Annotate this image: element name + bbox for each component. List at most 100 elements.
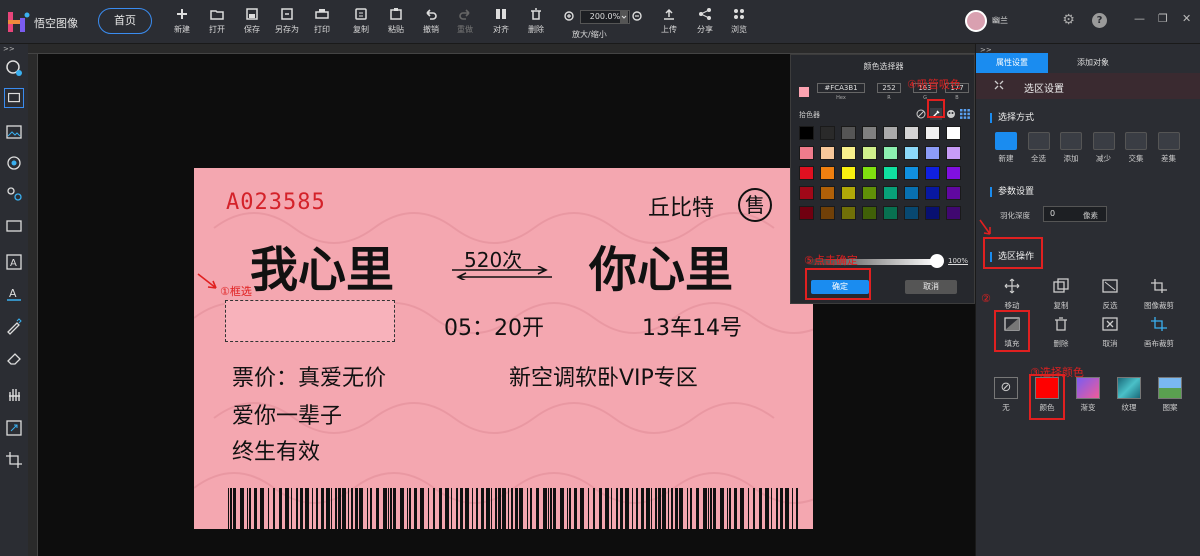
- color-swatch[interactable]: [799, 166, 814, 180]
- color-swatch[interactable]: [841, 146, 856, 160]
- text-style-icon[interactable]: A: [4, 284, 24, 304]
- color-swatch[interactable]: [799, 206, 814, 220]
- help-icon[interactable]: ?: [1092, 13, 1107, 28]
- magic-select-icon[interactable]: [4, 58, 24, 78]
- color-swatch[interactable]: [946, 146, 961, 160]
- color-swatch[interactable]: [862, 146, 877, 160]
- restore-icon[interactable]: ❐: [1158, 13, 1168, 24]
- color-swatch[interactable]: [883, 146, 898, 160]
- tab-properties[interactable]: 属性设置: [976, 53, 1048, 73]
- fill-texture-option[interactable]: 纹理: [1109, 377, 1149, 413]
- color-swatch[interactable]: [820, 166, 835, 180]
- resize-icon[interactable]: [4, 418, 24, 438]
- color-swatch[interactable]: [820, 186, 835, 200]
- crop-icon[interactable]: [4, 450, 24, 470]
- fill-none-option[interactable]: ⊘ 无: [986, 377, 1026, 413]
- frame-icon[interactable]: [4, 216, 24, 236]
- color-swatch[interactable]: [862, 206, 877, 220]
- op-canvas-crop-button[interactable]: 画布裁剪: [1137, 316, 1181, 349]
- color-swatch[interactable]: [799, 146, 814, 160]
- brush-icon[interactable]: [4, 316, 24, 336]
- color-swatch[interactable]: [904, 206, 919, 220]
- image-icon[interactable]: [4, 122, 24, 142]
- color-swatch[interactable]: [799, 126, 814, 140]
- color-swatch[interactable]: [925, 166, 940, 180]
- mode-plus[interactable]: 新建: [990, 132, 1022, 164]
- color-swatch[interactable]: [883, 186, 898, 200]
- toolbar-redo-button[interactable]: 重做: [447, 8, 483, 35]
- toolbar-folder-button[interactable]: 打开: [199, 8, 235, 35]
- left-collapse[interactable]: >>: [3, 45, 15, 53]
- text-icon[interactable]: A: [4, 252, 24, 272]
- op-image-crop-button[interactable]: 图像裁剪: [1137, 278, 1181, 311]
- color-swatch[interactable]: [904, 126, 919, 140]
- toolbar-plus-button[interactable]: 新建: [164, 8, 200, 35]
- color-swatch[interactable]: [841, 126, 856, 140]
- color-swatch[interactable]: [820, 206, 835, 220]
- zoom-in-icon[interactable]: [564, 11, 575, 22]
- op-trash-button[interactable]: 删除: [1039, 316, 1083, 349]
- color-swatch[interactable]: [883, 206, 898, 220]
- color-swatch[interactable]: [946, 186, 961, 200]
- toolbar-upload-button[interactable]: 上传: [651, 8, 687, 35]
- color-swatch[interactable]: [946, 206, 961, 220]
- toolbar-save-as-button[interactable]: 另存为: [269, 8, 305, 35]
- toolbar-paste-button[interactable]: 粘贴: [378, 8, 414, 35]
- color-swatch[interactable]: [925, 206, 940, 220]
- color-swatch[interactable]: [904, 146, 919, 160]
- color-swatch[interactable]: [883, 166, 898, 180]
- color-swatch[interactable]: [925, 186, 940, 200]
- toolbar-save-button[interactable]: 保存: [234, 8, 270, 35]
- toolbar-print-button[interactable]: 打印: [304, 8, 340, 35]
- palette-icon[interactable]: [946, 109, 956, 119]
- fill-gradient-option[interactable]: 渐变: [1068, 377, 1108, 413]
- no-color-icon[interactable]: [916, 109, 926, 119]
- ticket-image[interactable]: A023585 丘比特 售 我心里 520次 你心里 05：20开 13车14号…: [194, 168, 813, 529]
- color-swatch[interactable]: [883, 126, 898, 140]
- color-swatch[interactable]: [946, 166, 961, 180]
- toolbar-copy-button[interactable]: 复制: [343, 8, 379, 35]
- mode-add[interactable]: 添加: [1055, 132, 1087, 164]
- color-swatch[interactable]: [904, 166, 919, 180]
- toolbar-grid-button[interactable]: 浏览: [721, 8, 757, 35]
- rect-select-icon[interactable]: [4, 88, 24, 108]
- mode-select-all[interactable]: 全选: [1023, 132, 1055, 164]
- color-swatch[interactable]: [841, 206, 856, 220]
- selection-marquee[interactable]: [225, 300, 395, 342]
- stamp-icon[interactable]: [4, 153, 24, 173]
- shapes-icon[interactable]: [4, 184, 24, 204]
- mode-intersect[interactable]: 交集: [1120, 132, 1152, 164]
- color-swatch[interactable]: [841, 186, 856, 200]
- color-swatch[interactable]: [841, 166, 856, 180]
- zoom-out-icon[interactable]: [632, 11, 643, 22]
- hand-icon[interactable]: [4, 384, 24, 404]
- opacity-knob[interactable]: [930, 254, 944, 268]
- eraser-icon[interactable]: [4, 348, 24, 368]
- hex-field[interactable]: #FCA3B1: [817, 83, 865, 93]
- user-name[interactable]: 幽兰: [992, 15, 1008, 26]
- toolbar-share-button[interactable]: 分享: [687, 8, 723, 35]
- op-copy-button[interactable]: 复制: [1039, 278, 1083, 311]
- toolbar-trash-button[interactable]: 删除: [518, 8, 554, 35]
- home-button[interactable]: 首页: [98, 8, 152, 34]
- cancel-button[interactable]: 取消: [905, 280, 957, 294]
- toolbar-undo-button[interactable]: 撤销: [413, 8, 449, 35]
- tab-add-object[interactable]: 添加对象: [1048, 53, 1138, 73]
- r-field[interactable]: 252: [877, 83, 901, 93]
- color-swatch[interactable]: [820, 126, 835, 140]
- color-swatch[interactable]: [862, 166, 877, 180]
- minimize-icon[interactable]: —: [1134, 13, 1145, 24]
- mode-subtract[interactable]: 减少: [1088, 132, 1120, 164]
- color-swatch[interactable]: [925, 126, 940, 140]
- op-invert-button[interactable]: 反选: [1088, 278, 1132, 311]
- mode-difference[interactable]: 差集: [1153, 132, 1185, 164]
- swatch-grid-icon[interactable]: [960, 109, 970, 119]
- color-swatch[interactable]: [946, 126, 961, 140]
- settings-gear-icon[interactable]: ⚙: [1061, 13, 1076, 28]
- color-swatch[interactable]: [925, 146, 940, 160]
- op-cancel-button[interactable]: 取消: [1088, 316, 1132, 349]
- avatar[interactable]: [965, 10, 987, 32]
- color-swatch[interactable]: [904, 186, 919, 200]
- color-swatch[interactable]: [799, 186, 814, 200]
- color-swatch[interactable]: [862, 126, 877, 140]
